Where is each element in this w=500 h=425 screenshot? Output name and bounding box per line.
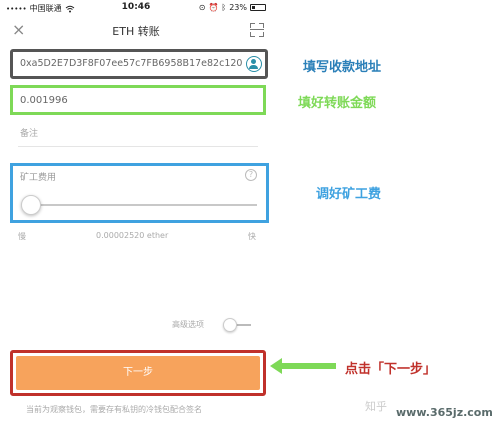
page-title: ETH 转账 <box>112 25 160 38</box>
bluetooth-icon: ᛒ <box>221 3 227 12</box>
fee-amount: 0.00002520 ether <box>96 231 169 240</box>
next-button[interactable]: 下一步 <box>16 356 260 390</box>
zhihu-watermark: 知乎 <box>365 400 387 413</box>
advanced-options-toggle[interactable] <box>223 318 253 332</box>
amount-value: 0.001996 <box>20 95 68 106</box>
fee-slider-track[interactable] <box>29 204 257 206</box>
fee-fast-label: 快 <box>248 232 256 241</box>
annotation-next: 点击「下一步」 <box>345 362 437 377</box>
arrow-icon <box>270 358 336 374</box>
miner-fee-panel: 矿工费用 ? <box>10 163 269 223</box>
contact-icon[interactable] <box>246 56 262 72</box>
battery-icon <box>250 4 266 11</box>
alarm-icon: ⏰ <box>208 3 219 12</box>
nav-bar: × ETH 转账 <box>0 16 272 46</box>
memo-field[interactable]: 备注 <box>20 126 38 139</box>
advanced-options-label: 高级选项 <box>172 320 204 329</box>
status-bar: ••••• 中国联通 10:46 ⊙ ⏰ ᛒ 23% <box>0 0 272 16</box>
scan-icon[interactable] <box>250 23 264 37</box>
memo-underline <box>18 146 258 147</box>
watch-wallet-note: 当前为观察钱包，需要存有私钥的冷钱包配合签名 <box>26 405 202 414</box>
annotation-address: 填写收款地址 <box>303 60 382 75</box>
battery-percent: 23% <box>229 3 247 12</box>
fee-slider-thumb[interactable] <box>21 195 41 215</box>
miner-fee-label: 矿工费用 <box>20 173 57 183</box>
fee-slow-label: 慢 <box>18 232 26 241</box>
status-right: ⊙ ⏰ ᛒ 23% <box>199 3 266 12</box>
recipient-address-field[interactable]: 0xa5D2E7D3F8F07ee57c7FB6958B17e82c120... <box>10 49 268 79</box>
phone-screen: ••••• 中国联通 10:46 ⊙ ⏰ ᛒ 23% × ETH 转账 0xa5… <box>0 0 272 425</box>
annotation-fee: 调好矿工费 <box>316 187 382 202</box>
help-icon[interactable]: ? <box>245 169 257 181</box>
amount-field[interactable]: 0.001996 <box>10 85 266 115</box>
annotation-amount: 填好转账金额 <box>298 96 377 111</box>
site-watermark: www.365jz.com <box>396 406 493 419</box>
recipient-address-value: 0xa5D2E7D3F8F07ee57c7FB6958B17e82c120... <box>20 58 242 69</box>
location-icon: ⊙ <box>198 3 206 12</box>
